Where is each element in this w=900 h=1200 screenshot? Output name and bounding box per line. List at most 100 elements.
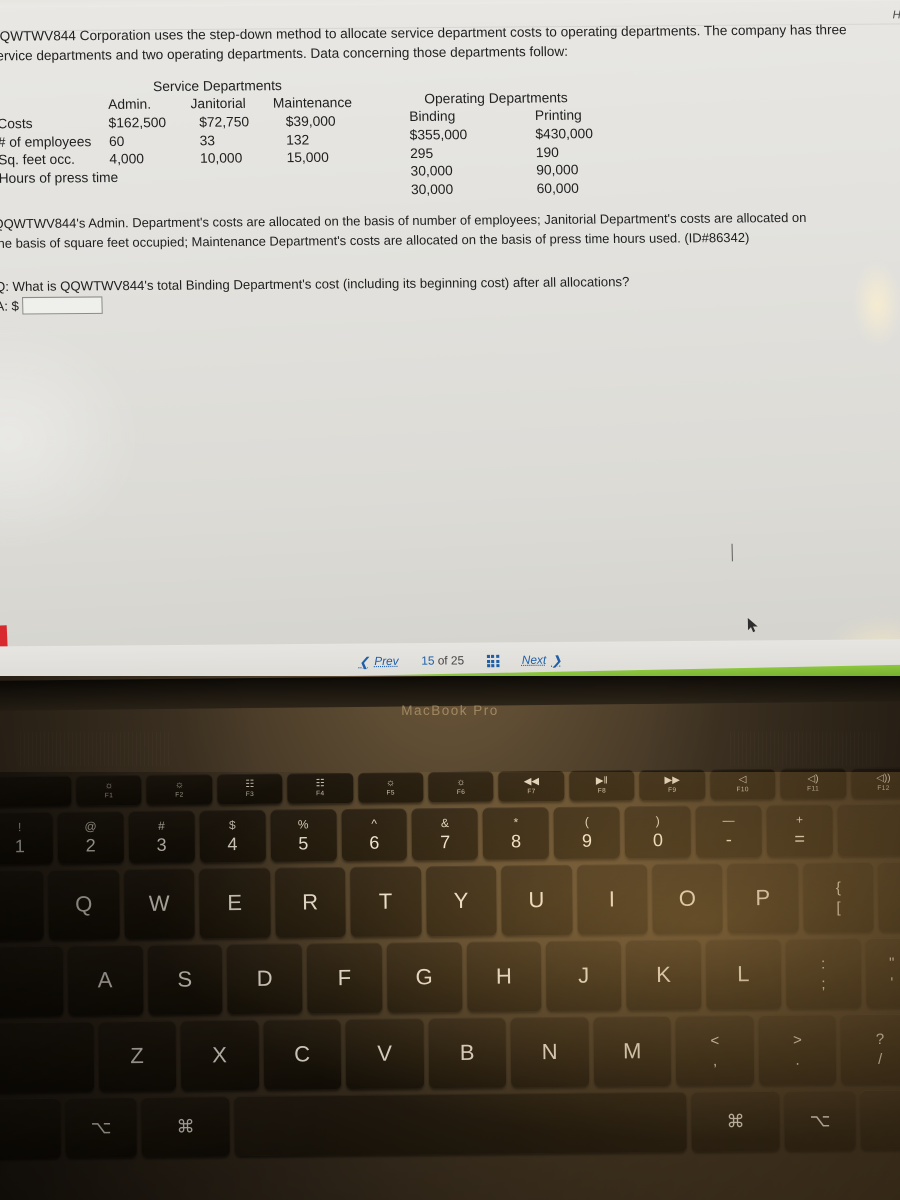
laptop-body: MacBook Pro ☼ F1 ☼ F2 ☷ F3 ☷ F4 ☼ F5 ☼ F… [0, 676, 900, 1200]
key-upper: ^ [371, 816, 377, 831]
key-label: T [378, 888, 393, 914]
text-caret [731, 543, 733, 562]
key-z[interactable]: Z [98, 1020, 177, 1092]
col-header-janitorial: Janitorial [190, 95, 246, 112]
key-control[interactable] [0, 1097, 61, 1159]
play-pause-icon: ▶‖ [595, 775, 608, 787]
key-escape[interactable] [0, 775, 72, 807]
key-w[interactable]: W [123, 868, 195, 940]
key-d[interactable]: D [227, 943, 303, 1015]
key-period[interactable]: > . [758, 1014, 837, 1086]
option-icon: ⌥ [90, 1116, 112, 1137]
key-command-left[interactable]: ⌘ [141, 1096, 231, 1157]
key-j[interactable]: J [546, 940, 622, 1012]
key-left-bracket[interactable]: { [ [802, 861, 875, 933]
answer-input[interactable] [21, 296, 103, 315]
key-h[interactable]: H [466, 941, 542, 1012]
key-3[interactable]: # 3 [128, 810, 195, 864]
key-f4[interactable]: ☷ F4 [287, 772, 354, 804]
key-caps-lock[interactable] [0, 945, 64, 1017]
key-lower: . [795, 1051, 800, 1069]
key-0[interactable]: ) 0 [624, 805, 692, 859]
key-7[interactable]: & 7 [411, 807, 479, 861]
key-minus[interactable]: — - [695, 805, 762, 858]
key-f1[interactable]: ☼ F1 [76, 774, 142, 806]
key-comma[interactable]: < , [675, 1015, 755, 1086]
key-p[interactable]: P [727, 862, 799, 934]
key-quote[interactable]: " ' [865, 937, 900, 1009]
key-label: L [737, 961, 751, 987]
key-5[interactable]: % 5 [270, 809, 337, 862]
key-1[interactable]: ! 1 [0, 811, 53, 865]
key-lower: / [877, 1050, 883, 1068]
key-l[interactable]: L [705, 938, 782, 1010]
key-delete[interactable] [837, 803, 900, 857]
allocation-basis-note: QQWTWV844's Admin. Department's costs ar… [0, 210, 807, 252]
key-9[interactable]: ( 9 [553, 806, 621, 860]
key-o[interactable]: O [652, 863, 724, 935]
key-slash[interactable]: ? / [840, 1013, 900, 1085]
key-r[interactable]: R [274, 867, 346, 938]
key-u[interactable]: U [501, 864, 573, 936]
keyboard-home-row: A S D F G H J K L : ; " ' [0, 937, 900, 1017]
row-label: Costs [0, 116, 33, 132]
key-8[interactable]: * 8 [482, 807, 550, 860]
key-label: D [256, 965, 274, 991]
key-arrow-cluster[interactable] [860, 1089, 900, 1151]
key-upper: % [297, 816, 309, 831]
key-i[interactable]: I [576, 864, 648, 935]
key-x[interactable]: X [180, 1019, 259, 1091]
key-tab[interactable] [0, 869, 45, 941]
key-option-right[interactable]: ⌥ [784, 1090, 857, 1151]
key-label: F9 [668, 786, 677, 794]
key-f7[interactable]: ◀◀ F7 [498, 770, 565, 802]
cell-printing: 60,000 [536, 180, 580, 196]
key-equals[interactable]: + = [766, 804, 833, 857]
key-f11[interactable]: ◁) F11 [780, 768, 846, 799]
key-command-right[interactable]: ⌘ [691, 1090, 781, 1152]
key-b[interactable]: B [428, 1017, 507, 1089]
key-label: S [177, 966, 193, 992]
key-c[interactable]: C [263, 1019, 342, 1090]
key-4[interactable]: $ 4 [199, 809, 266, 863]
key-f9[interactable]: ▶▶ F9 [639, 769, 706, 801]
key-shift-left[interactable] [0, 1021, 94, 1093]
current-page: 15 [421, 655, 435, 668]
key-k[interactable]: K [626, 939, 702, 1011]
next-button[interactable]: Next ❯ [522, 653, 562, 668]
key-label: W [148, 890, 171, 916]
key-f8[interactable]: ▶‖ F8 [569, 770, 635, 801]
key-f3[interactable]: ☷ F3 [216, 773, 283, 805]
key-v[interactable]: V [345, 1018, 424, 1090]
key-f6[interactable]: ☼ F6 [428, 771, 494, 803]
key-label: V [377, 1040, 393, 1066]
key-f2[interactable]: ☼ F2 [146, 774, 213, 805]
key-upper: — [722, 812, 735, 827]
key-f10[interactable]: ◁ F10 [709, 768, 776, 800]
key-f[interactable]: F [306, 942, 383, 1014]
key-option-left[interactable]: ⌥ [65, 1097, 138, 1158]
key-q[interactable]: Q [48, 869, 120, 940]
key-s[interactable]: S [147, 944, 223, 1015]
key-right-bracket[interactable] [878, 861, 900, 932]
key-6[interactable]: ^ 6 [341, 808, 408, 862]
key-lower: 3 [156, 834, 167, 855]
key-g[interactable]: G [386, 941, 463, 1013]
key-2[interactable]: @ 2 [57, 811, 124, 864]
question-grid-icon[interactable] [486, 654, 500, 668]
key-a[interactable]: A [67, 944, 144, 1016]
key-m[interactable]: M [593, 1015, 672, 1087]
key-lower: 7 [440, 831, 451, 852]
key-t[interactable]: T [350, 866, 422, 937]
key-label: F4 [316, 790, 325, 798]
key-y[interactable]: Y [425, 865, 497, 937]
key-space[interactable] [234, 1091, 688, 1157]
key-n[interactable]: N [510, 1016, 590, 1088]
key-e[interactable]: E [199, 867, 271, 939]
prev-button[interactable]: ❮ Prev [359, 655, 399, 669]
key-semicolon[interactable]: : ; [785, 938, 862, 1009]
macbook-pro-branding: MacBook Pro [401, 703, 499, 718]
key-lower: 6 [369, 832, 380, 853]
key-f12[interactable]: ◁)) F12 [850, 767, 900, 799]
key-f5[interactable]: ☼ F5 [357, 772, 424, 803]
